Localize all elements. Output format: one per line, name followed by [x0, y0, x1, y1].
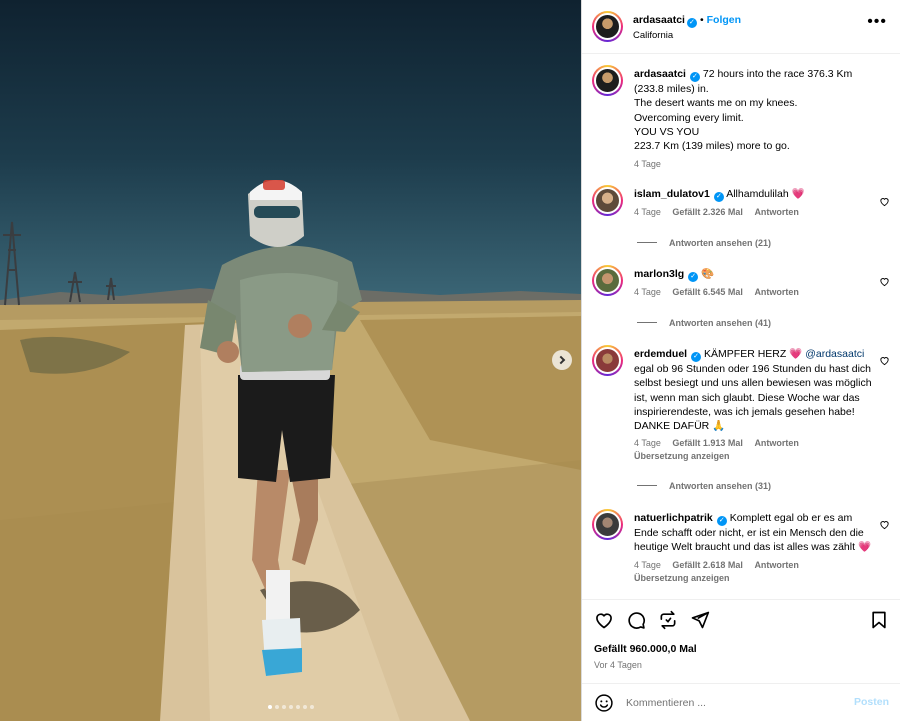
more-options-icon[interactable]: ••• — [867, 14, 887, 30]
comment-emoji: 💗 — [791, 188, 805, 200]
verified-badge-icon: ✓ — [686, 18, 697, 28]
comment-body: islam_dulatov1 ✓ Allhamdulilah 💗 4 Tage G… — [634, 187, 879, 218]
carousel-dot[interactable] — [281, 705, 286, 709]
comment-text: KÄMPFER HERZ — [704, 348, 787, 360]
carousel-next-button[interactable] — [552, 350, 572, 370]
reply-button[interactable]: Antworten — [754, 560, 799, 570]
view-replies-button[interactable]: Antworten ansehen (41) — [637, 318, 771, 328]
comment-username[interactable]: natuerlichpatrik — [634, 512, 713, 524]
commenter-avatar[interactable] — [592, 345, 623, 376]
author-username[interactable]: ardasaatci — [633, 14, 685, 26]
repost-icon[interactable] — [658, 610, 678, 630]
comments-list[interactable]: ardasaatci ✓ 72 hours into the race 376.3… — [582, 55, 900, 598]
comment-body: erdemduel ✓ KÄMPFER HERZ 💗 @ardasaatci eg… — [634, 347, 879, 463]
comment-emoji: 💗 — [857, 541, 872, 554]
post-photo[interactable] — [0, 0, 581, 721]
author-line: ardasaatci ✓ • Folgen — [633, 14, 741, 28]
instagram-post-viewer: ardasaatci ✓ • Folgen California ••• ardasa… — [0, 0, 900, 721]
post-comment-button[interactable]: Posten — [854, 696, 889, 708]
carousel-dot[interactable] — [274, 705, 279, 709]
mention-link[interactable]: @ardasaatci — [805, 348, 864, 360]
comment-meta: 4 Tage Gefällt 2.326 Mal Antworten — [634, 206, 879, 218]
post-location[interactable]: California — [633, 30, 673, 41]
desert-runner-illustration — [0, 180, 581, 721]
reply-button[interactable]: Antworten — [754, 287, 799, 297]
separator-dot: • — [699, 14, 704, 26]
comment-time: 4 Tage — [634, 287, 661, 297]
carousel-dot[interactable] — [309, 705, 314, 709]
caption-line: Overcoming every limit. — [634, 111, 744, 124]
reply-button[interactable]: Antworten — [754, 438, 799, 448]
comment-likes-link[interactable]: Gefällt 2.618 Mal — [672, 560, 743, 570]
comment-time: 4 Tage — [634, 207, 661, 217]
caption-time: 4 Tage — [634, 159, 661, 170]
commenter-avatar[interactable] — [592, 265, 623, 296]
caption-username[interactable]: ardasaatci — [634, 68, 686, 80]
post-time: Vor 4 Tagen — [594, 660, 642, 670]
comment-username[interactable]: marlon3lg — [634, 268, 684, 280]
like-comment-heart-icon[interactable] — [879, 355, 890, 366]
show-translation-button[interactable]: Übersetzung anzeigen — [634, 449, 879, 463]
comment-composer: Posten — [582, 683, 900, 721]
comment-meta: 4 Tage Gefällt 2.618 Mal Antworten — [634, 559, 879, 571]
commenter-avatar[interactable] — [592, 185, 623, 216]
comment-text: Allhamdulilah — [726, 188, 789, 200]
comment-username[interactable]: erdemduel — [634, 348, 687, 360]
comment-emoji: 🎨 — [701, 268, 715, 280]
like-comment-heart-icon[interactable] — [879, 519, 890, 530]
like-comment-heart-icon[interactable] — [879, 196, 890, 207]
chevron-right-icon — [556, 355, 566, 365]
comment-time: 4 Tage — [634, 438, 661, 449]
comment-icon[interactable] — [626, 610, 646, 630]
post-likes-count[interactable]: Gefällt 960.000,0 Mal — [594, 643, 697, 655]
verified-badge-icon: ✓ — [691, 352, 702, 362]
comment-emoji: 💗 — [789, 348, 803, 360]
caption-meta: 4 Tage — [634, 158, 879, 170]
reply-button[interactable]: Antworten — [754, 207, 799, 217]
heart-icon[interactable] — [594, 610, 614, 630]
commenter-avatar[interactable] — [592, 509, 623, 540]
post-side-panel: ardasaatci ✓ • Folgen California ••• ardasa… — [581, 0, 900, 721]
comment-meta: 4 Tage Gefällt 1.913 Mal Antworten — [634, 437, 879, 449]
carousel-dots — [0, 705, 581, 709]
show-translation-button[interactable]: Übersetzung anzeigen — [634, 571, 879, 585]
verified-badge-icon: ✓ — [713, 192, 724, 202]
caption-line: YOU VS YOU — [634, 125, 700, 138]
post-actions: Gefällt 960.000,0 Mal Vor 4 Tagen — [582, 599, 900, 683]
author-avatar[interactable] — [592, 11, 623, 42]
share-icon[interactable] — [690, 610, 710, 630]
emoji-icon[interactable] — [594, 693, 614, 713]
verified-badge-icon: ✓ — [688, 272, 699, 282]
comment-emoji: 🙏 — [712, 420, 726, 433]
comment-body: natuerlichpatrik ✓ Komplett egal ob er es… — [634, 511, 879, 585]
comment-username[interactable]: islam_dulatov1 — [634, 188, 710, 200]
post-header: ardasaatci ✓ • Folgen California ••• — [582, 0, 900, 54]
verified-badge-icon: ✓ — [716, 516, 727, 526]
carousel-dot[interactable] — [288, 705, 293, 709]
caption-body: ardasaatci ✓ 72 hours into the race 376.3… — [634, 67, 879, 170]
carousel-dot[interactable] — [302, 705, 307, 709]
comment-text: egal ob 96 Stunden oder 196 Stunden du h… — [634, 363, 872, 433]
caption-line: 223.7 Km (139 miles) more to go. — [634, 140, 790, 153]
comment-meta: 4 Tage Gefällt 6.545 Mal Antworten — [634, 286, 879, 298]
follow-button[interactable]: Folgen — [707, 14, 741, 26]
view-replies-button[interactable]: Antworten ansehen (21) — [637, 238, 771, 248]
comment-likes-link[interactable]: Gefällt 6.545 Mal — [672, 287, 743, 297]
comment-input[interactable] — [626, 694, 846, 712]
comment-likes-link[interactable]: Gefällt 2.326 Mal — [672, 207, 743, 217]
view-replies-button[interactable]: Antworten ansehen (31) — [637, 481, 771, 491]
like-comment-heart-icon[interactable] — [879, 276, 890, 287]
carousel-dot[interactable] — [267, 705, 272, 709]
comment-time: 4 Tage — [634, 559, 661, 570]
comment-body: marlon3lg ✓ 🎨 4 Tage Gefällt 6.545 Mal An… — [634, 267, 879, 298]
carousel-dot[interactable] — [295, 705, 300, 709]
author-avatar[interactable] — [592, 65, 623, 96]
caption-line: The desert wants me on my knees. — [634, 97, 798, 110]
comment-likes-link[interactable]: Gefällt 1.913 Mal — [672, 438, 743, 448]
verified-badge-icon: ✓ — [689, 72, 700, 82]
bookmark-icon[interactable] — [869, 610, 889, 630]
